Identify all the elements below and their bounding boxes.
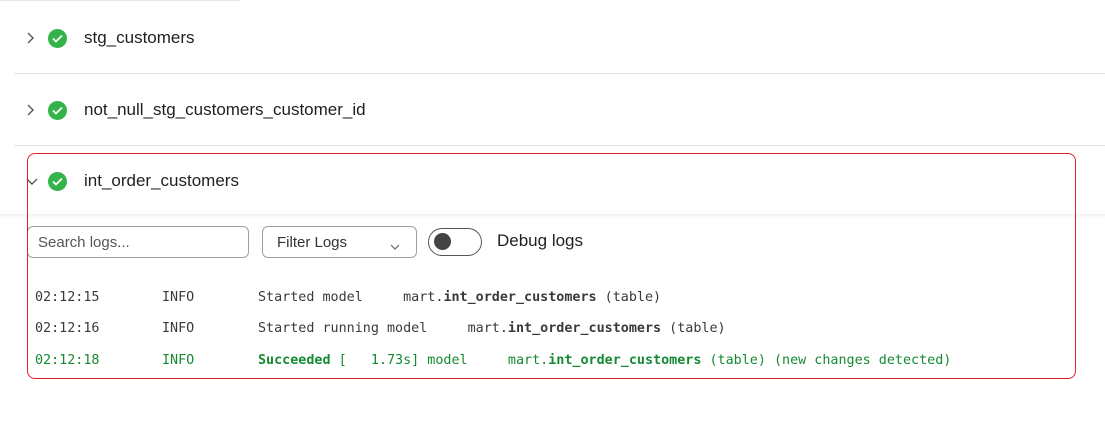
success-check-icon <box>48 100 67 120</box>
log-timestamp: 02:12:16 <box>35 321 100 336</box>
log-line-success: 02:12:18 INFO Succeeded [ 1.73s] model m… <box>35 353 951 373</box>
search-logs-input[interactable] <box>27 226 249 258</box>
tree-node-int-order-customers[interactable]: int_order_customers <box>14 146 1105 216</box>
filter-logs-label: Filter Logs <box>277 233 348 251</box>
chevron-down-icon <box>390 238 400 255</box>
tree-node-stg-customers[interactable]: stg_customers <box>14 3 1105 74</box>
log-message: Started running model mart.int_order_cus… <box>258 321 726 336</box>
log-model-name: int_order_customers <box>548 353 702 368</box>
log-model-name: int_order_customers <box>507 321 662 336</box>
log-timestamp: 02:12:18 <box>35 353 100 368</box>
log-line: 02:12:15 INFO Started model mart.int_ord… <box>35 290 661 310</box>
node-label: not_null_stg_customers_customer_id <box>84 100 366 119</box>
chevron-right-icon[interactable] <box>14 104 44 116</box>
success-check-icon <box>48 171 67 191</box>
filter-logs-dropdown[interactable]: Filter Logs <box>262 226 417 258</box>
log-message: Succeeded [ 1.73s] model mart.int_order_… <box>258 353 951 368</box>
log-message-text: Started running model mart. <box>258 321 508 336</box>
log-message-suffix: (table) <box>661 321 726 336</box>
log-model-name: int_order_customers <box>443 290 597 305</box>
log-message: Started model mart.int_order_customers (… <box>258 290 661 305</box>
success-check-icon <box>48 28 67 48</box>
chevron-right-icon[interactable] <box>14 32 44 44</box>
chevron-down-icon[interactable] <box>14 177 44 186</box>
tree-node-not-null-test[interactable]: not_null_stg_customers_customer_id <box>14 75 1105 146</box>
log-message-suffix: (table) (new changes detected) <box>701 353 952 368</box>
log-level: INFO <box>162 321 195 336</box>
toggle-knob <box>434 233 451 250</box>
log-timestamp: 02:12:15 <box>35 290 100 305</box>
log-level: INFO <box>162 290 195 305</box>
top-divider <box>0 0 240 1</box>
log-message-suffix: (table) <box>596 290 662 305</box>
log-line: 02:12:16 INFO Started running model mart… <box>35 321 726 341</box>
node-label: int_order_customers <box>84 171 239 190</box>
log-level: INFO <box>162 353 195 368</box>
node-label: stg_customers <box>84 28 195 47</box>
log-message-text: [ 1.73s] model mart. <box>330 353 549 368</box>
log-message-text: Started model mart. <box>258 290 444 305</box>
debug-logs-toggle[interactable] <box>428 228 482 256</box>
log-status: Succeeded <box>258 353 331 368</box>
debug-logs-label: Debug logs <box>497 231 584 250</box>
